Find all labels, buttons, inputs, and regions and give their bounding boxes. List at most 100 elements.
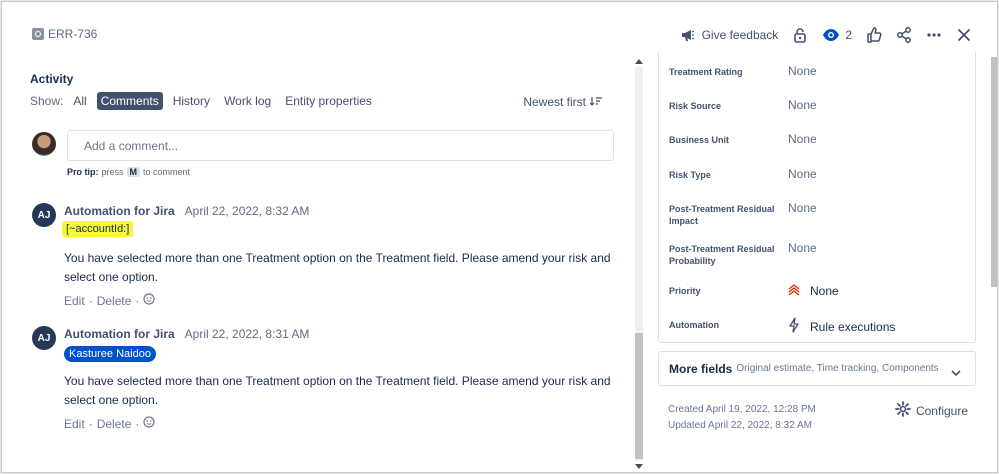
details-scrollbar[interactable] xyxy=(989,57,997,471)
more-actions-button[interactable] xyxy=(919,22,949,48)
separator-dot: · xyxy=(88,293,93,308)
delete-comment-link[interactable]: Delete xyxy=(97,294,132,308)
edit-comment-link[interactable]: Edit xyxy=(64,294,85,308)
field-label: Automation xyxy=(669,320,719,330)
add-comment-input[interactable]: Add a comment... xyxy=(67,130,614,161)
priority-value: None xyxy=(810,283,839,298)
add-reaction-icon[interactable] xyxy=(143,293,155,308)
filter-entity-properties[interactable]: Entity properties xyxy=(281,92,376,110)
field-label: Priority xyxy=(669,286,701,296)
field-label: Risk Source xyxy=(669,101,722,111)
details-panel: Treatment Rating None Risk Source None B… xyxy=(658,52,976,472)
field-value[interactable]: None xyxy=(788,98,817,112)
scroll-up-arrow-icon[interactable] xyxy=(635,59,643,64)
share-button[interactable] xyxy=(889,22,919,48)
separator-dot: · xyxy=(88,416,93,431)
sort-descending-icon xyxy=(589,95,602,109)
field-label: Post-Treatment Residual Impact xyxy=(669,204,775,226)
issue-key-breadcrumb[interactable]: ERR-736 xyxy=(32,27,97,41)
protip-lead: Pro tip: xyxy=(67,167,99,177)
comment-header: Automation for Jira April 22, 2022, 8:31… xyxy=(64,327,309,341)
sort-order-button[interactable]: Newest first xyxy=(523,95,602,109)
field-value[interactable]: Rule executions xyxy=(788,317,895,336)
more-fields-title: More fields xyxy=(669,361,733,376)
filter-history[interactable]: History xyxy=(169,92,214,110)
field-label: Treatment Rating xyxy=(669,67,743,77)
add-reaction-icon[interactable] xyxy=(143,416,155,431)
comment-mention[interactable]: Kasturee Naidoo xyxy=(64,346,156,362)
field-label: Post-Treatment Residual Probability xyxy=(669,244,775,266)
field-value[interactable]: None xyxy=(788,132,817,146)
comment-date[interactable]: April 22, 2022, 8:31 AM xyxy=(185,327,310,341)
protip-tail: to comment xyxy=(143,167,191,177)
comment-author-avatar: AJ xyxy=(32,203,56,227)
delete-comment-link[interactable]: Delete xyxy=(97,417,132,431)
lightning-bolt-icon xyxy=(788,317,800,336)
field-value[interactable]: None xyxy=(788,64,817,78)
issue-timestamps: Created April 19, 2022, 12:28 PM Updated… xyxy=(668,402,816,434)
field-value[interactable]: None xyxy=(788,283,839,298)
activity-panel: Activity Show: All Comments History Work… xyxy=(30,57,630,472)
priority-highest-icon xyxy=(788,283,800,298)
give-feedback-button[interactable]: Give feedback xyxy=(673,22,786,48)
field-value[interactable]: None xyxy=(788,241,817,255)
vote-button[interactable] xyxy=(859,22,889,48)
give-feedback-label: Give feedback xyxy=(701,28,779,42)
lock-button[interactable] xyxy=(785,22,815,48)
filter-comments[interactable]: Comments xyxy=(96,92,163,110)
more-fields-subtitle: Original estimate, Time tracking, Compon… xyxy=(736,363,939,374)
fields-box: Treatment Rating None Risk Source None B… xyxy=(658,52,976,343)
edit-comment-link[interactable]: Edit xyxy=(64,417,85,431)
field-value[interactable]: None xyxy=(788,201,817,215)
activity-scrollbar[interactable] xyxy=(634,57,644,471)
configure-label: Configure xyxy=(915,403,968,418)
comment-body: You have selected more than one Treatmen… xyxy=(64,374,611,407)
chevron-down-icon xyxy=(951,364,961,382)
share-icon xyxy=(896,27,912,43)
scroll-down-arrow-icon[interactable] xyxy=(635,464,643,469)
thumbs-up-icon xyxy=(866,27,882,43)
field-value[interactable]: None xyxy=(788,167,817,181)
scrollbar-thumb[interactable] xyxy=(635,333,643,459)
filter-work-log[interactable]: Work log xyxy=(220,92,275,110)
field-label: Business Unit xyxy=(669,135,730,145)
comment-date[interactable]: April 22, 2022, 8:32 AM xyxy=(185,204,310,218)
protip: Pro tip: press M to comment xyxy=(67,167,190,177)
show-label: Show: xyxy=(30,94,64,108)
modal-toolbar: Give feedback 2 xyxy=(673,22,979,48)
sort-order-label: Newest first xyxy=(523,95,586,109)
more-fields-toggle[interactable]: More fields Original estimate, Time trac… xyxy=(658,351,976,386)
configure-button[interactable]: Configure xyxy=(895,401,968,420)
comment-header: Automation for Jira April 22, 2022, 8:32… xyxy=(64,204,309,218)
field-label: Risk Type xyxy=(669,170,711,180)
activity-filter-row: Show: All Comments History Work log Enti… xyxy=(30,92,376,110)
filter-all[interactable]: All xyxy=(69,92,90,110)
issue-type-icon xyxy=(32,28,44,40)
comment-author[interactable]: Automation for Jira xyxy=(64,204,175,218)
activity-heading: Activity xyxy=(30,72,74,86)
watch-count: 2 xyxy=(845,28,852,42)
eye-icon xyxy=(822,28,840,42)
comment-author-avatar: AJ xyxy=(32,326,56,350)
comment-actions: Edit · Delete · xyxy=(64,416,155,431)
current-user-avatar xyxy=(32,132,56,156)
rule-executions-link[interactable]: Rule executions xyxy=(810,320,895,334)
comment-author[interactable]: Automation for Jira xyxy=(64,327,175,341)
scrollbar-thumb[interactable] xyxy=(991,57,997,287)
comment-body: You have selected more than one Treatmen… xyxy=(64,251,611,284)
separator-dot: · xyxy=(135,416,140,431)
issue-key[interactable]: ERR-736 xyxy=(48,27,97,41)
close-button[interactable] xyxy=(949,22,979,48)
megaphone-icon xyxy=(680,27,696,43)
created-date: Created April 19, 2022, 12:28 PM xyxy=(668,404,816,415)
issue-modal: ERR-736 Give feedback 2 Activity Show: A… xyxy=(1,1,998,473)
protip-press: press xyxy=(101,167,124,177)
comment-mention: [~accountId:] xyxy=(62,221,134,237)
unlock-icon xyxy=(792,27,808,43)
close-icon xyxy=(956,27,972,43)
comment-actions: Edit · Delete · xyxy=(64,293,155,308)
watch-button[interactable]: 2 xyxy=(815,22,859,48)
more-horizontal-icon xyxy=(926,27,942,43)
separator-dot: · xyxy=(135,293,140,308)
protip-key: M xyxy=(126,167,141,177)
